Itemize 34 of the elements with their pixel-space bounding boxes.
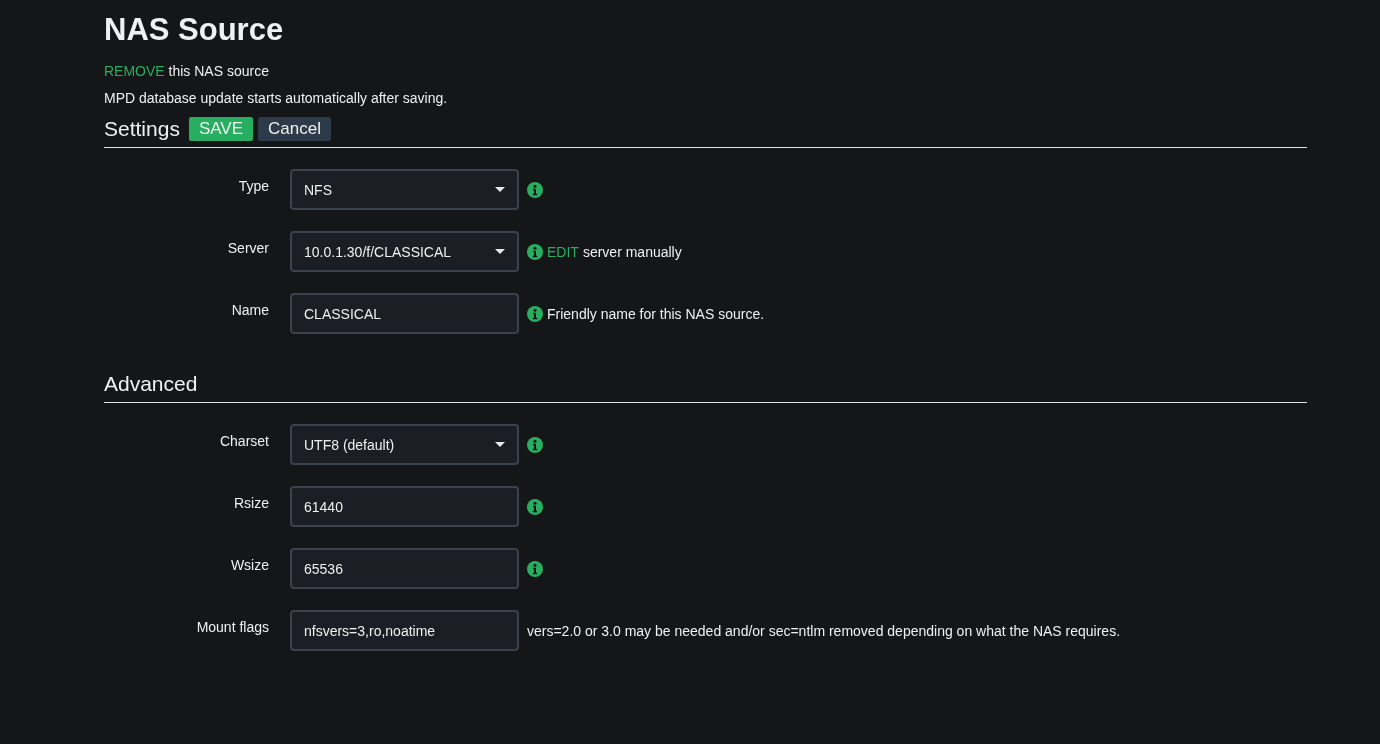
field-label: Name: [230, 301, 270, 318]
field-label: Type: [237, 177, 270, 194]
update-note: MPD database update starts automatically after saving.: [104, 89, 449, 107]
input-field[interactable]: 61440: [290, 486, 519, 527]
help-text: vers=2.0 or 3.0 may be needed and/or sec=ntlm removed depending on what the NAS requires.: [527, 622, 1121, 639]
input-field[interactable]: CLASSICAL: [290, 293, 519, 334]
info-icon[interactable]: [527, 436, 543, 453]
info-icon[interactable]: [527, 498, 543, 515]
caret-icon: [495, 442, 505, 447]
info-icon[interactable]: [527, 181, 543, 198]
help-text: server manually: [582, 243, 682, 260]
remove-link[interactable]: REMOVE: [104, 63, 165, 79]
input-field[interactable]: nfsvers=3,ro,noatime: [290, 610, 519, 651]
field-label: Mount flags: [195, 618, 270, 635]
help-text: Friendly name for this NAS source.: [547, 305, 765, 322]
select-field[interactable]: 10.0.1.30/f/CLASSICAL: [290, 231, 519, 272]
caret-icon: [495, 187, 505, 192]
page-title: NAS Source: [104, 11, 285, 49]
edit-link[interactable]: EDIT: [547, 243, 579, 260]
input-field[interactable]: 65536: [290, 548, 519, 589]
section-title: Advanced: [104, 372, 198, 396]
info-icon[interactable]: [527, 560, 543, 577]
info-icon[interactable]: [527, 305, 543, 322]
section-title: Settings: [104, 117, 180, 141]
remove-text: this NAS source: [167, 63, 269, 79]
field-label: Charset: [218, 432, 270, 449]
select-field[interactable]: NFS: [290, 169, 519, 210]
info-icon[interactable]: [527, 243, 543, 260]
field-label: Wsize: [229, 556, 270, 573]
field-label: Rsize: [233, 494, 270, 511]
field-label: Server: [226, 239, 270, 256]
select-field[interactable]: UTF8 (default): [290, 424, 519, 465]
caret-icon: [495, 249, 505, 254]
cancel-button[interactable]: Cancel: [258, 117, 331, 141]
